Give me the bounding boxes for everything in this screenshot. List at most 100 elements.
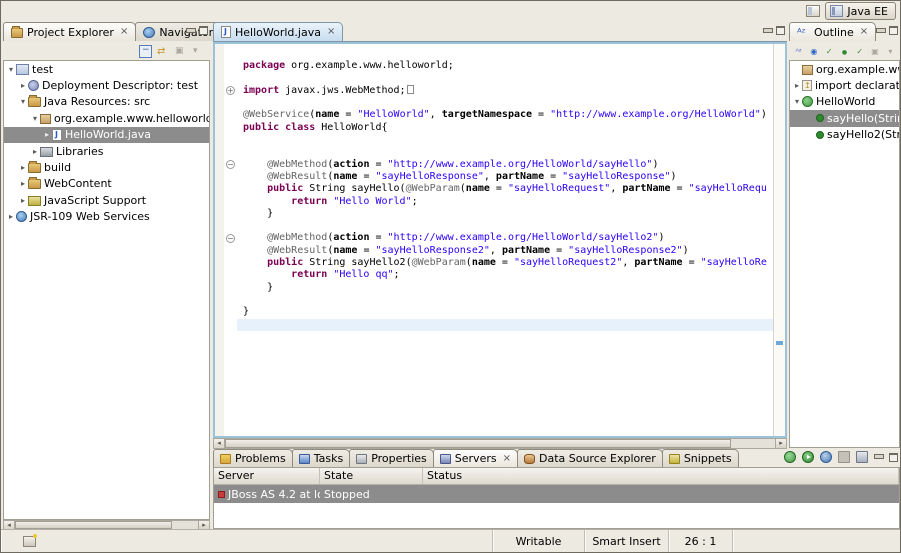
- column-header-state[interactable]: State: [320, 468, 423, 484]
- folded-region-box[interactable]: [407, 85, 414, 94]
- outline-tab[interactable]: Outline: [789, 22, 876, 41]
- explorer-item-org-example-www-helloworld[interactable]: ▾org.example.www.helloworld: [4, 110, 209, 126]
- chevron-down-icon[interactable]: ▾: [6, 65, 16, 74]
- tab-data-source-explorer[interactable]: Data Source Explorer: [517, 449, 663, 467]
- link-with-editor-icon[interactable]: [157, 45, 170, 58]
- tab-project-explorer[interactable]: Project Explorer: [3, 22, 136, 41]
- column-header-status[interactable]: Status: [423, 468, 899, 484]
- hide-static-members-icon[interactable]: [824, 46, 835, 58]
- code-line[interactable]: [243, 97, 773, 109]
- chevron-down-icon[interactable]: ▾: [30, 114, 40, 123]
- chevron-right-icon[interactable]: ▸: [18, 196, 28, 205]
- focus-icon[interactable]: [869, 46, 880, 58]
- maximize-icon[interactable]: [889, 453, 898, 462]
- scroll-right-icon[interactable]: [198, 521, 209, 529]
- server-row[interactable]: JBoss AS 4.2 at localhostStopped: [214, 485, 899, 503]
- chevron-right-icon[interactable]: ▸: [18, 163, 28, 172]
- tab-tasks[interactable]: Tasks: [292, 449, 350, 467]
- code-line[interactable]: package org.example.www.helloworld;: [243, 60, 773, 72]
- outline-item-helloworld[interactable]: ▾HelloWorld: [790, 94, 899, 110]
- explorer-item-jsr-109-web-services[interactable]: ▸JSR-109 Web Services: [4, 209, 209, 225]
- explorer-item-helloworld-java[interactable]: ▸HelloWorld.java: [4, 127, 209, 143]
- explorer-item-javascript-support[interactable]: ▸JavaScript Support: [4, 192, 209, 208]
- perspective-button-java-ee[interactable]: Java EE: [825, 2, 896, 20]
- outline-item-import-declarations[interactable]: ▸import declarations: [790, 77, 899, 93]
- chevron-down-icon[interactable]: ▾: [18, 97, 28, 106]
- chevron-right-icon[interactable]: ▸: [6, 212, 16, 221]
- outline-item-org-example-www-helloworld[interactable]: org.example.www.helloworld: [790, 61, 899, 77]
- code-area[interactable]: package org.example.www.helloworld; impor…: [237, 44, 773, 436]
- start-server-icon[interactable]: [802, 451, 814, 463]
- minimize-icon[interactable]: [763, 27, 772, 35]
- view-menu-icon[interactable]: [885, 46, 896, 58]
- minimize-icon[interactable]: [186, 27, 195, 35]
- fold-collapse-icon[interactable]: −: [226, 234, 235, 243]
- tab-servers[interactable]: Servers: [433, 449, 518, 467]
- code-line[interactable]: }: [243, 282, 773, 294]
- code-line[interactable]: public String sayHello2(@WebParam(name =…: [243, 257, 773, 269]
- collapse-all-icon[interactable]: [139, 45, 152, 58]
- scrollbar-thumb[interactable]: [15, 521, 172, 529]
- code-line[interactable]: public String sayHello(@WebParam(name = …: [243, 183, 773, 195]
- publish-server-icon[interactable]: [856, 451, 868, 463]
- tab-snippets[interactable]: Snippets: [662, 449, 739, 467]
- open-perspective-icon[interactable]: [806, 5, 820, 17]
- minimize-icon[interactable]: [876, 27, 885, 35]
- hide-local-types-icon[interactable]: [854, 46, 865, 58]
- maximize-icon[interactable]: [889, 26, 898, 35]
- code-line[interactable]: @WebResult(name = "sayHelloResponse2", p…: [243, 245, 773, 257]
- chevron-right-icon[interactable]: ▸: [792, 81, 802, 90]
- chevron-right-icon[interactable]: ▸: [18, 81, 28, 90]
- editor-hscrollbar[interactable]: [213, 438, 787, 449]
- explorer-item-libraries[interactable]: ▸Libraries: [4, 143, 209, 159]
- code-line[interactable]: @WebMethod(action = "http://www.example.…: [243, 232, 773, 244]
- debug-server-icon[interactable]: [784, 451, 796, 463]
- code-line[interactable]: [243, 294, 773, 306]
- focus-icon[interactable]: [175, 45, 188, 58]
- scroll-left-icon[interactable]: [4, 521, 15, 529]
- explorer-item-webcontent[interactable]: ▸WebContent: [4, 176, 209, 192]
- code-line[interactable]: public class HelloWorld{: [243, 122, 773, 134]
- maximize-icon[interactable]: [776, 26, 785, 35]
- code-line[interactable]: }: [243, 306, 773, 318]
- stop-server-icon[interactable]: [838, 451, 850, 463]
- scroll-left-icon[interactable]: [214, 439, 225, 448]
- code-line[interactable]: @WebService(name = "HelloWorld", targetN…: [243, 109, 773, 121]
- code-line[interactable]: [243, 134, 773, 146]
- fold-collapse-icon[interactable]: −: [226, 160, 235, 169]
- overview-ruler[interactable]: [773, 44, 785, 436]
- explorer-item-deployment-descriptor-test[interactable]: ▸Deployment Descriptor: test: [4, 77, 209, 93]
- fast-view-icon[interactable]: [23, 536, 36, 547]
- scrollbar-thumb[interactable]: [225, 439, 731, 448]
- current-line[interactable]: [237, 319, 773, 331]
- tab-problems[interactable]: Problems: [213, 449, 293, 467]
- close-icon[interactable]: [860, 27, 868, 37]
- hide-non-public-icon[interactable]: [839, 46, 850, 58]
- explorer-item-build[interactable]: ▸build: [4, 159, 209, 175]
- chevron-right-icon[interactable]: ▸: [42, 130, 52, 139]
- close-icon[interactable]: [503, 454, 511, 464]
- tab-properties[interactable]: Properties: [349, 449, 434, 467]
- tab-navigator[interactable]: Navigator: [135, 22, 221, 41]
- code-line[interactable]: [243, 48, 773, 60]
- outline-item-sayhello2-string[interactable]: sayHello2(String): [790, 127, 899, 143]
- column-header-server[interactable]: Server: [214, 468, 320, 484]
- annotation-ruler[interactable]: [215, 44, 224, 436]
- chevron-right-icon[interactable]: ▸: [30, 147, 40, 156]
- code-line[interactable]: return "Hello World";: [243, 196, 773, 208]
- code-line[interactable]: }: [243, 208, 773, 220]
- view-menu-icon[interactable]: [193, 45, 206, 58]
- code-line[interactable]: [243, 146, 773, 158]
- code-line[interactable]: [243, 220, 773, 232]
- sort-icon[interactable]: [793, 46, 804, 58]
- code-line[interactable]: return "Hello qq";: [243, 269, 773, 281]
- code-line[interactable]: [243, 73, 773, 85]
- explorer-item-test[interactable]: ▾test: [4, 61, 209, 77]
- code-line[interactable]: import javax.jws.WebMethod;: [243, 85, 773, 97]
- hide-fields-icon[interactable]: [808, 46, 819, 58]
- outline-item-sayhello-string[interactable]: sayHello(String): [790, 110, 899, 126]
- close-icon[interactable]: [327, 27, 335, 37]
- scroll-right-icon[interactable]: [775, 439, 786, 448]
- fold-expand-icon[interactable]: +: [226, 86, 235, 95]
- profile-server-icon[interactable]: [820, 451, 832, 463]
